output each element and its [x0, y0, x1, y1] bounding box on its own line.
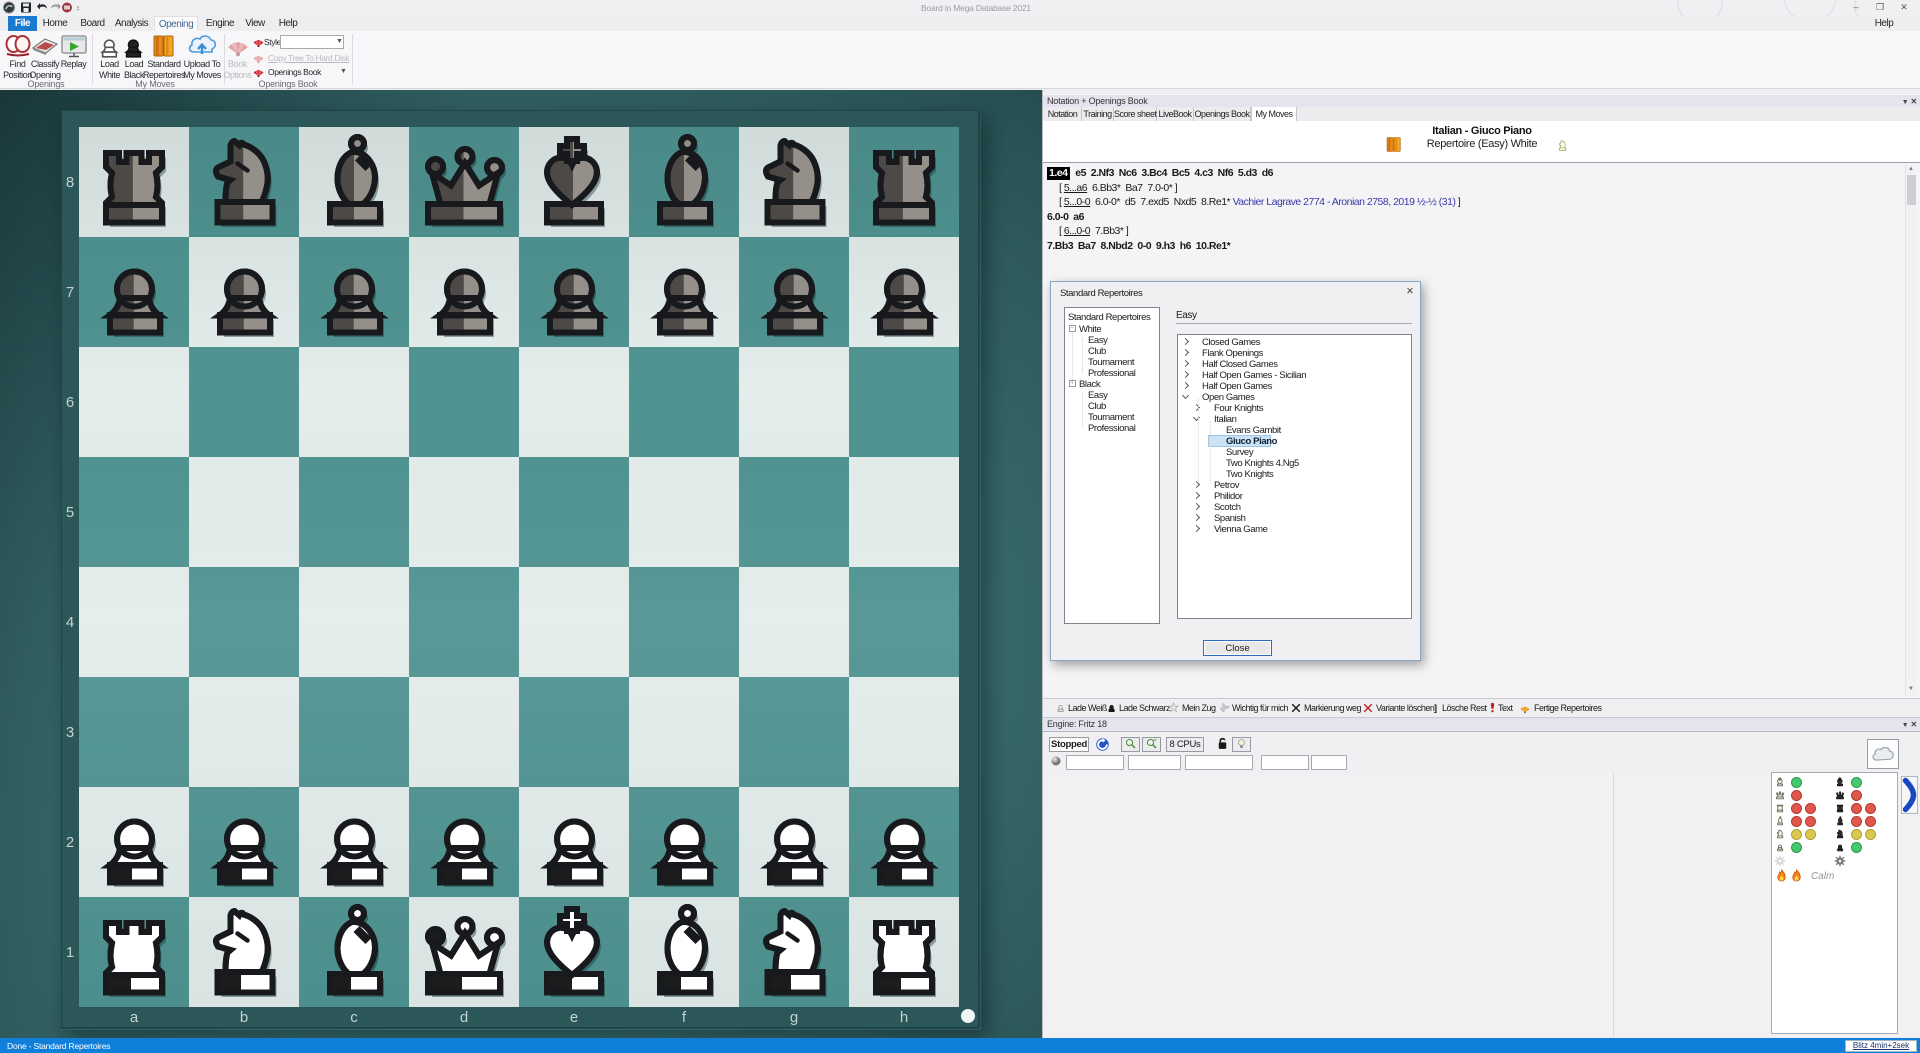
svg-text:7: 7	[66, 284, 74, 301]
svg-text:e: e	[570, 1009, 578, 1026]
svg-text:h: h	[900, 1009, 908, 1026]
svg-text:a: a	[130, 1009, 139, 1026]
svg-text:c: c	[350, 1009, 358, 1026]
svg-text:1: 1	[66, 944, 74, 961]
svg-text:b: b	[240, 1009, 248, 1026]
svg-text:g: g	[790, 1009, 798, 1026]
svg-text:8: 8	[66, 174, 74, 191]
svg-text:2: 2	[66, 834, 74, 851]
svg-text:3: 3	[66, 724, 74, 741]
svg-text:d: d	[460, 1009, 468, 1026]
svg-text:4: 4	[66, 614, 74, 631]
svg-text:6: 6	[66, 394, 74, 411]
svg-text:5: 5	[66, 504, 74, 521]
